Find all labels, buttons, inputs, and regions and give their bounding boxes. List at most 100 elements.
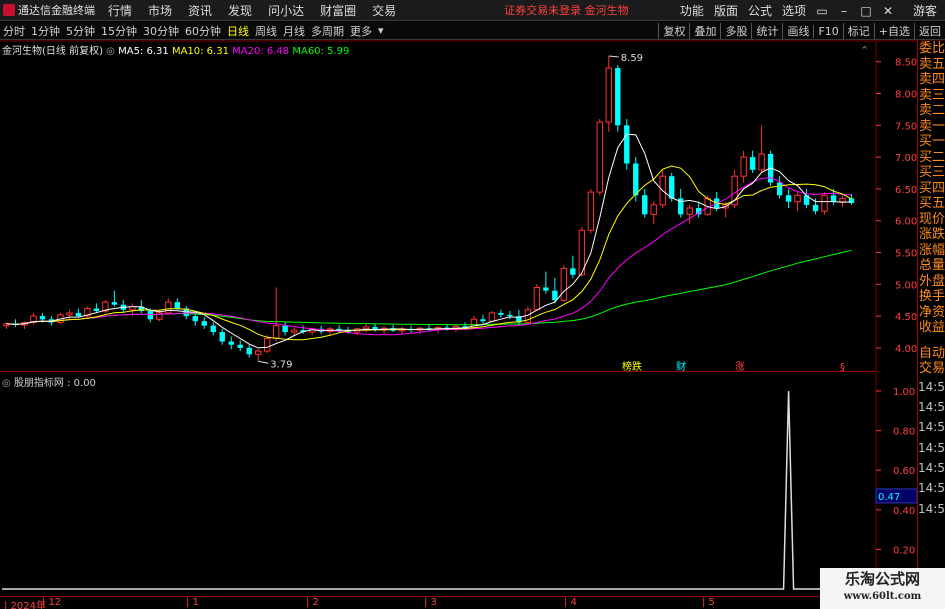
kline-svg: 8.50 8.00 7.50 7.00 6.50 6.00 5.50 5.00 4.50 4.00… <box>0 40 945 373</box>
period-intraday[interactable]: 分时 <box>0 23 28 39</box>
quote-field-label: 卖五 <box>919 56 945 72</box>
period-weekly[interactable]: 周线 <box>252 23 280 39</box>
candle-body-up <box>560 267 568 301</box>
period-60min[interactable]: 60分钟 <box>182 23 224 39</box>
candle-body-up <box>533 287 541 311</box>
candle-body-down <box>749 157 756 170</box>
quote-field-label: 卖四 <box>919 72 945 87</box>
tool-multi-stock[interactable]: 多股 <box>720 23 751 39</box>
ma60-line <box>6 249 852 326</box>
close-icon[interactable]: ✕ <box>877 4 899 18</box>
price-tick-label: 5.50 <box>895 249 917 260</box>
indicator-svg: 1.00 0.80 0.60 0.40 0.20 0.47 <box>2 373 918 596</box>
period-5min[interactable]: 5分钟 <box>63 23 98 39</box>
quote-field-label: 买三 <box>919 165 945 180</box>
indicator-legend: ◎ 股朋指标网 : 0.00 <box>2 374 96 389</box>
indicator-tick-label: 0.40 <box>893 506 915 517</box>
menu-function[interactable]: 功能 <box>675 2 709 19</box>
quote-field-label: 买一 <box>919 134 945 149</box>
quote-field-label: 外盘 <box>919 273 945 289</box>
menu-trade[interactable]: 交易 <box>364 2 404 19</box>
candle-body-up <box>263 337 271 352</box>
menu-layout[interactable]: 版面 <box>709 2 743 19</box>
period-daily[interactable]: 日线 <box>224 23 252 39</box>
stock-name-label: 金河生物(日线 前复权) <box>2 46 103 57</box>
price-tick-label: 6.00 <box>895 217 917 228</box>
guest-user[interactable]: 游客 <box>899 2 945 19</box>
tool-mark[interactable]: 标记 <box>842 23 874 39</box>
tdx-logo-icon <box>3 4 15 16</box>
candle-body-down <box>228 341 234 345</box>
minimize-icon[interactable]: – <box>833 4 855 18</box>
price-tick-label: 5.00 <box>895 280 917 291</box>
candle-body-down <box>39 316 46 320</box>
period-15min[interactable]: 15分钟 <box>98 23 140 39</box>
price-tick-label: 8.50 <box>895 58 917 69</box>
menu-news[interactable]: 资讯 <box>180 2 220 19</box>
auto-trade-label[interactable]: 交易 <box>918 361 945 377</box>
indicator-name-value: 股朋指标网 : 0.00 <box>13 378 96 389</box>
watermark-title: 乐淘公式网 <box>844 570 920 588</box>
tool-stats[interactable]: 统计 <box>751 23 782 39</box>
tool-draw[interactable]: 画线 <box>782 23 813 39</box>
period-1min[interactable]: 1分钟 <box>28 23 63 39</box>
candle-body-down <box>201 321 207 326</box>
price-tick-label: 4.50 <box>895 312 917 323</box>
tick-time: 14:56 <box>918 440 945 455</box>
menu-ask[interactable]: 问小达 <box>260 2 312 19</box>
low-pointer <box>258 360 269 364</box>
period-more[interactable]: 更多 <box>347 23 375 39</box>
quote-field-label: 涨幅 <box>919 242 945 258</box>
marker-finance: 财 <box>676 360 686 373</box>
indicator-settings-icon[interactable]: ◎ <box>2 378 11 389</box>
candle-body-down <box>174 302 180 309</box>
ma60-label: MA60: 5.99 <box>292 46 350 57</box>
candle-body-down <box>543 287 549 291</box>
tool-overlay[interactable]: 叠加 <box>689 23 720 39</box>
ma5-label: MA5: 6.31 <box>118 46 169 57</box>
candle-body-up <box>165 301 172 314</box>
maximize-icon[interactable]: □ <box>855 4 877 18</box>
period-monthly[interactable]: 月线 <box>280 23 308 39</box>
menu-bar: 通达信金融终端 行情 市场 资讯 发现 问小达 财富圈 交易 证券交易未登录 金… <box>0 0 945 21</box>
auto-trade-label[interactable]: 自动 <box>918 346 945 362</box>
more-dropdown-icon[interactable]: ▾ <box>375 24 387 37</box>
menu-discover[interactable]: 发现 <box>220 2 260 19</box>
menu-market[interactable]: 市场 <box>140 2 180 19</box>
indicator-panel[interactable]: ◎ 股朋指标网 : 0.00 1.00 0.80 0.60 0.40 0.20 0.47 <box>0 373 918 596</box>
quote-field-label: 现价 <box>919 211 945 227</box>
kline-chart-panel[interactable]: 金河生物(日线 前复权) ◎ MA5: 6.31 MA10: 6.31 MA20… <box>0 40 945 373</box>
marker-rise: 涨 <box>735 361 745 373</box>
menu-formula[interactable]: 公式 <box>743 2 777 19</box>
menu-quotes[interactable]: 行情 <box>100 2 140 19</box>
window-menu-icon[interactable]: ▭ <box>811 4 833 18</box>
period-30min[interactable]: 30分钟 <box>140 23 182 39</box>
candle-body-up <box>821 194 828 212</box>
menu-options[interactable]: 选项 <box>777 2 811 19</box>
period-multi[interactable]: 多周期 <box>308 23 347 39</box>
candle-body-down <box>507 314 513 317</box>
candle-body-down <box>282 325 288 333</box>
tick-time: 14:56 <box>918 399 945 414</box>
candle-body-down <box>480 319 486 322</box>
price-tick-label: 7.00 <box>895 153 917 164</box>
candle-body-up <box>362 326 370 330</box>
quote-field-label: 总量 <box>919 258 945 273</box>
tool-back[interactable]: 返回 <box>914 23 945 39</box>
menu-wealth[interactable]: 财富圈 <box>312 2 364 19</box>
settings-icon[interactable]: ◎ <box>106 46 115 57</box>
tool-add-watchlist[interactable]: +自选 <box>873 23 914 39</box>
candle-body-up <box>605 67 612 123</box>
candle-body-down <box>642 195 648 215</box>
tool-f10[interactable]: F10 <box>813 24 842 38</box>
candle-body-down <box>552 290 558 301</box>
axis-month-4: | 4 <box>564 597 577 608</box>
candle-body-down <box>633 163 639 196</box>
quote-field-label: 买四 <box>919 180 945 196</box>
candle-body-up <box>255 350 262 355</box>
tool-adjust[interactable]: 复权 <box>658 23 689 39</box>
candle-body-up <box>596 121 603 193</box>
candle-body-down <box>237 344 243 348</box>
ma10-label: MA10: 6.31 <box>171 46 229 57</box>
quote-field-label: 买二 <box>919 149 945 165</box>
